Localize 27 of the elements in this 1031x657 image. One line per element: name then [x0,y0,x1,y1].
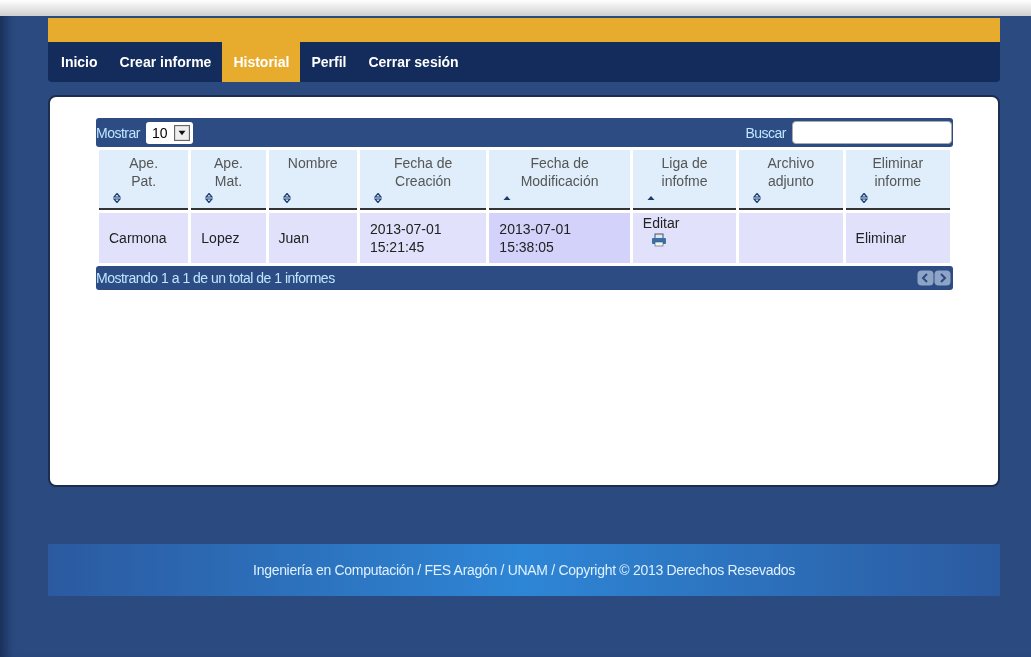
column-header[interactable]: Ape. Pat. [99,150,189,210]
length-label: Mostrar [96,124,140,141]
search-label: Buscar [745,124,786,141]
nav-tab[interactable]: Crear informe [108,42,223,82]
table-info: Mostrando 1 a 1 de un total de 1 informes [96,270,335,286]
printer-icon [650,233,667,247]
table-cell: Carmona [99,213,189,263]
pagination-arrows-icon[interactable] [917,270,951,286]
nav-tab[interactable]: Perfil [300,42,358,82]
column-header[interactable]: Nombre [268,150,357,210]
nav-tab[interactable]: Inicio [50,42,109,82]
search-field[interactable] [792,121,952,144]
column-header[interactable]: Fecha de Modificación [489,150,630,210]
column-header[interactable]: Eliminar informe [845,150,950,210]
nav-tab[interactable]: Cerrar sesión [357,42,470,82]
table-cell: Juan [268,213,357,263]
column-header[interactable]: Archivo adjunto [739,150,843,210]
table-cell: Lopez [191,213,266,263]
table-cell: 2013-07-01 15:21:45 [359,213,487,263]
table-cell: 2013-07-01 15:38:05 [489,213,630,263]
column-header[interactable]: Fecha de Creación [359,150,487,210]
footer-text: Ingeniería en Computación / FES Aragón / UNAM / Copyright © 2013 Derechos Resevados [253,562,795,578]
column-header[interactable]: Ape. Mat. [191,150,266,210]
column-header[interactable]: Liga de infofme [632,150,737,210]
table-cell: Eliminar [845,213,950,263]
length-select[interactable]: 10 [145,121,193,144]
edit-link[interactable]: Editar [642,215,680,231]
